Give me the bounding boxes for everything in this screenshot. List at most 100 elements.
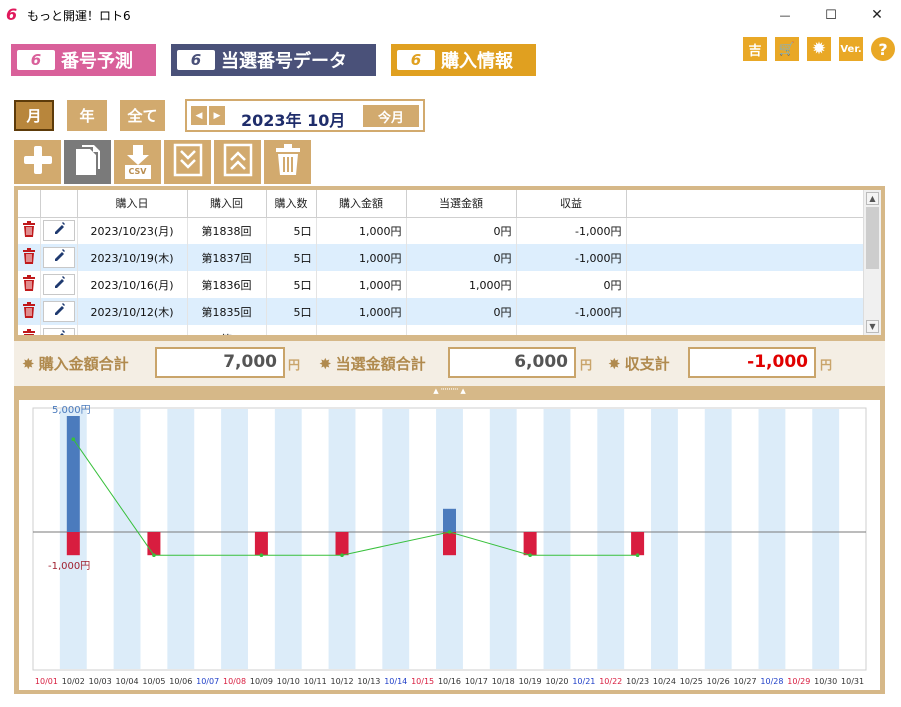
table-row[interactable]: 2023/10/12(木) 第1835回 5口 1,000円 0円 -1,000円	[18, 298, 863, 325]
add-button[interactable]	[14, 140, 61, 184]
row-delete-button[interactable]	[18, 271, 41, 298]
x-tick-label: 10/07	[196, 677, 219, 686]
winning-total-value: 6,000	[448, 347, 576, 378]
badge-label: 6	[30, 51, 42, 69]
maximize-button[interactable]: ☐	[808, 0, 854, 30]
cell-blank	[626, 244, 863, 271]
minimize-button[interactable]: —	[762, 0, 808, 30]
pencil-icon	[42, 274, 75, 295]
cell-amount: 1,000円	[316, 217, 407, 244]
table-scrollbar[interactable]: ▲ ▼	[863, 190, 881, 335]
prev-month-icon[interactable]: ◀	[191, 106, 207, 125]
x-tick-label: 10/06	[169, 677, 192, 686]
summary-bar: ✸ 購入金額合計 7,000 円 ✸ 当選金額合計 6,000 円 ✸ 収支計 -1,…	[14, 339, 885, 386]
header-winning[interactable]: 当選金額	[406, 190, 517, 218]
collapse-all-button[interactable]	[214, 140, 261, 184]
table-row[interactable]: 第	[18, 325, 863, 335]
chart-area: 5,000円 -1,000円 10/01 10/02 10/03 10/04 10/05 10…	[19, 400, 880, 690]
table-row[interactable]: 2023/10/23(月) 第1838回 5口 1,000円 0円 -1,000円	[18, 217, 863, 244]
this-month-button[interactable]: 今月	[363, 105, 419, 127]
unit-label: 円	[288, 358, 301, 372]
cell-quantity: 5口	[266, 217, 317, 244]
header-quantity[interactable]: 購入数	[266, 190, 317, 218]
day-stripe	[221, 409, 248, 669]
badge-label: 6	[190, 51, 202, 69]
row-edit-button[interactable]	[40, 244, 78, 271]
trash-icon	[22, 302, 36, 321]
purchase-table: 購入日 購入回 購入数 購入金額 当選金額 収益 2023/10/23(月) 第1…	[18, 190, 863, 335]
x-tick-label: 10/30	[814, 677, 837, 686]
x-tick-label: 10/10	[277, 677, 300, 686]
period-year-button[interactable]: 年	[67, 100, 107, 131]
pencil-icon	[42, 328, 75, 335]
balance-point	[447, 530, 452, 534]
close-button[interactable]: ✕	[854, 0, 900, 30]
nav-purchase-info[interactable]: 6 購入情報	[391, 44, 536, 76]
purchase-bar	[443, 508, 456, 532]
table-row[interactable]: 2023/10/19(木) 第1837回 5口 1,000円 0円 -1,000円	[18, 244, 863, 271]
header-blank	[40, 190, 78, 218]
cell-date: 2023/10/16(月)	[77, 271, 188, 298]
cell-winning: 1,000円	[406, 271, 517, 298]
next-month-icon[interactable]: ▶	[209, 106, 225, 125]
version-icon[interactable]: Ver.	[839, 37, 863, 61]
x-tick-label: 10/29	[787, 677, 810, 686]
row-edit-button[interactable]	[40, 298, 78, 325]
row-delete-button[interactable]	[18, 244, 41, 271]
row-delete-button[interactable]	[18, 325, 41, 335]
scroll-thumb[interactable]	[866, 207, 879, 269]
row-edit-button[interactable]	[40, 325, 78, 335]
balance-label: ✸ 収支計	[608, 353, 670, 374]
x-tick-label: 10/22	[599, 677, 622, 686]
row-edit-button[interactable]	[40, 217, 78, 244]
x-tick-label: 10/15	[411, 677, 434, 686]
star-icon: ✸	[319, 354, 332, 373]
trash-icon	[22, 221, 36, 240]
help-icon[interactable]: ?	[871, 37, 895, 61]
cell-date: 2023/10/23(月)	[77, 217, 188, 244]
balance-point	[340, 553, 344, 557]
expand-all-button[interactable]	[164, 140, 211, 184]
cell-quantity	[266, 325, 317, 335]
cell-blank	[626, 271, 863, 298]
loto6-badge-icon: 6	[17, 50, 55, 70]
scroll-up-icon[interactable]: ▲	[866, 192, 879, 205]
cell-profit: -1,000円	[516, 298, 627, 325]
period-all-button[interactable]: 全て	[120, 100, 165, 131]
header-amount[interactable]: 購入金額	[316, 190, 407, 218]
cart-icon[interactable]: 🛒	[775, 37, 799, 61]
x-tick-label: 10/31	[841, 677, 864, 686]
minimize-icon: —	[779, 8, 791, 22]
row-delete-button[interactable]	[18, 298, 41, 325]
x-tick-label: 10/02	[62, 677, 85, 686]
profit-chart: 5,000円 -1,000円 10/01 10/02 10/03 10/04 10/05 10…	[32, 405, 867, 686]
x-tick-label: 10/26	[707, 677, 730, 686]
pencil-icon	[42, 301, 75, 322]
day-stripe	[704, 409, 732, 669]
csv-export-button[interactable]: CSV	[114, 140, 161, 184]
row-edit-button[interactable]	[40, 271, 78, 298]
cell-round: 第1835回	[187, 298, 267, 325]
nav-winning-data[interactable]: 6 当選番号データ	[171, 44, 376, 76]
splitter-handle[interactable]: ▲ ''''''''' ▲	[14, 386, 885, 396]
copy-button[interactable]	[64, 140, 111, 184]
delete-button[interactable]	[264, 140, 311, 184]
add-icon	[22, 144, 54, 180]
expand-down-icon	[173, 143, 203, 181]
cell-date: 2023/10/19(木)	[77, 244, 188, 271]
balance-point	[635, 553, 640, 557]
fortune-icon[interactable]: 吉	[743, 37, 767, 61]
period-month-button[interactable]: 月	[14, 100, 54, 131]
row-delete-button[interactable]	[18, 217, 41, 244]
gear-icon[interactable]: ✹	[807, 37, 831, 61]
scroll-down-icon[interactable]: ▼	[866, 320, 879, 333]
x-tick-label: 10/14	[384, 677, 407, 686]
table-row[interactable]: 2023/10/16(月) 第1836回 5口 1,000円 1,000円 0円	[18, 271, 863, 298]
csv-label: CSV	[128, 167, 147, 176]
nav-number-prediction[interactable]: 6 番号予測	[11, 44, 156, 76]
header-round[interactable]: 購入回	[187, 190, 267, 218]
header-profit[interactable]: 収益	[516, 190, 627, 218]
trash-icon	[22, 275, 36, 294]
header-date[interactable]: 購入日	[77, 190, 188, 218]
cell-date: 2023/10/12(木)	[77, 298, 188, 325]
